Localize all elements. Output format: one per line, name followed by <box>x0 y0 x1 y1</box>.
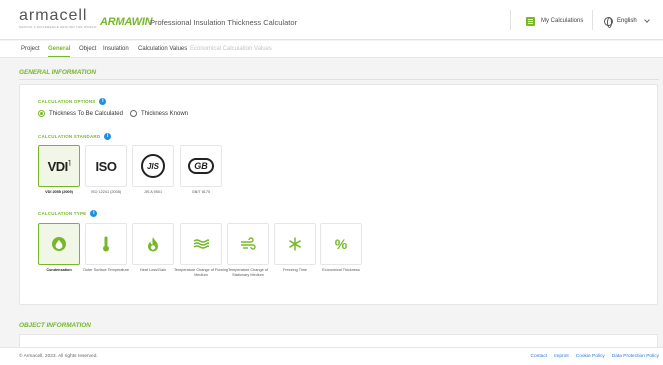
footer-link-contact[interactable]: Contact <box>531 354 548 359</box>
header-divider <box>510 10 511 30</box>
standard-vdi-tile[interactable]: VDI˥ <box>38 145 80 187</box>
radio-label: Thickness To Be Calculated <box>49 110 123 117</box>
armacell-logo[interactable]: armacell MAKING A DIFFERENCE AROUND THE … <box>19 7 97 30</box>
type-temperature-change-stationary-tile[interactable] <box>227 223 269 265</box>
percent-icon: % <box>334 236 348 252</box>
object-information-heading: OBJECT INFORMATION <box>19 322 91 329</box>
general-information-heading: GENERAL INFORMATION <box>19 69 96 76</box>
info-icon[interactable]: i <box>90 210 98 217</box>
thermometer-icon <box>103 236 109 252</box>
tab-project[interactable]: Project <box>21 46 40 52</box>
app-header: armacell MAKING A DIFFERENCE AROUND THE … <box>0 0 663 40</box>
footer-link-data-protection[interactable]: Data Protection Policy <box>612 354 659 359</box>
logo-wordmark: armacell <box>19 7 88 24</box>
chevron-down-icon <box>643 17 650 23</box>
calculation-type-label: CALCULATION TYPE i <box>38 210 98 217</box>
calculation-options-text: CALCULATION OPTIONS <box>38 99 96 104</box>
radio-button[interactable] <box>130 110 137 117</box>
standard-iso-tile[interactable]: ISO <box>85 145 127 187</box>
footer-link-imprint[interactable]: Imprint <box>554 354 569 359</box>
tab-object[interactable]: Object <box>79 46 96 52</box>
section-divider <box>19 79 659 80</box>
flame-icon <box>148 236 158 251</box>
radio-thickness-known[interactable]: Thickness Known <box>130 110 188 117</box>
info-icon[interactable]: i <box>99 98 107 105</box>
step-tabs: Project General Object Insulation Calcul… <box>0 41 663 58</box>
type-temperature-change-flowing-tile[interactable] <box>180 223 222 265</box>
app-title: Professional Insulation Thickness Calcul… <box>150 18 298 27</box>
brand-name: ARMAWIN <box>100 16 153 28</box>
type-economical-thickness-tile[interactable]: % <box>320 223 362 265</box>
droplet-icon <box>52 237 66 251</box>
globe-icon <box>604 16 613 28</box>
iso-logo-icon: ISO <box>95 158 117 174</box>
info-icon[interactable]: i <box>104 133 112 140</box>
type-heat-loss-gain-tile[interactable] <box>132 223 174 265</box>
jis-logo-icon: JIS <box>141 154 165 178</box>
gb-logo-icon: GB <box>188 158 214 174</box>
tab-general[interactable]: General <box>48 46 71 57</box>
calculator-icon <box>526 16 535 26</box>
snowflake-icon <box>289 237 301 251</box>
my-calculations-button[interactable]: My Calculations <box>526 15 583 27</box>
standard-gb-tile[interactable]: GB <box>180 145 222 187</box>
radio-button-checked[interactable] <box>38 110 45 117</box>
language-label: English <box>617 18 637 24</box>
waves-icon <box>193 239 209 249</box>
standard-caption: GB/T 8175 <box>191 190 211 194</box>
footer-link-cookie-policy[interactable]: Cookie Policy <box>576 354 605 359</box>
footer-links: Contact Imprint Cookie Policy Data Prote… <box>531 354 659 359</box>
standard-jis-tile[interactable]: JIS <box>132 145 174 187</box>
tab-calculation-values[interactable]: Calculation Values <box>138 46 187 52</box>
type-outer-surface-temperature-tile[interactable] <box>85 223 127 265</box>
radio-thickness-to-be-calculated[interactable]: Thickness To Be Calculated <box>38 110 123 117</box>
calculation-standard-text: CALCULATION STANDARD <box>38 134 101 139</box>
type-condensation-tile[interactable] <box>38 223 80 265</box>
vdi-logo-icon: VDI˥ <box>47 158 71 174</box>
logo-tagline: MAKING A DIFFERENCE AROUND THE WORLD <box>19 25 97 29</box>
header-divider <box>592 10 593 30</box>
type-freezing-time-tile[interactable] <box>274 223 316 265</box>
wind-icon <box>241 237 256 250</box>
tab-insulation[interactable]: Insulation <box>103 46 129 52</box>
tab-economical-calculation-values: Economical Calculation Values <box>190 46 272 52</box>
calculation-options-label: CALCULATION OPTIONS i <box>38 98 107 105</box>
calculation-type-text: CALCULATION TYPE <box>38 211 87 216</box>
radio-label: Thickness Known <box>141 110 189 117</box>
my-calculations-label: My Calculations <box>541 18 584 24</box>
copyright-text: © Armacell, 2023. All rights reserved. <box>19 354 98 359</box>
calculation-standard-label: CALCULATION STANDARD i <box>38 133 112 140</box>
object-information-card <box>19 334 658 347</box>
general-information-card: CALCULATION OPTIONS i Thickness To Be Ca… <box>19 84 658 305</box>
language-selector[interactable]: English <box>604 15 650 28</box>
type-caption: Economical Thickness <box>322 268 360 272</box>
app-footer: © Armacell, 2023. All rights reserved. C… <box>0 347 663 365</box>
